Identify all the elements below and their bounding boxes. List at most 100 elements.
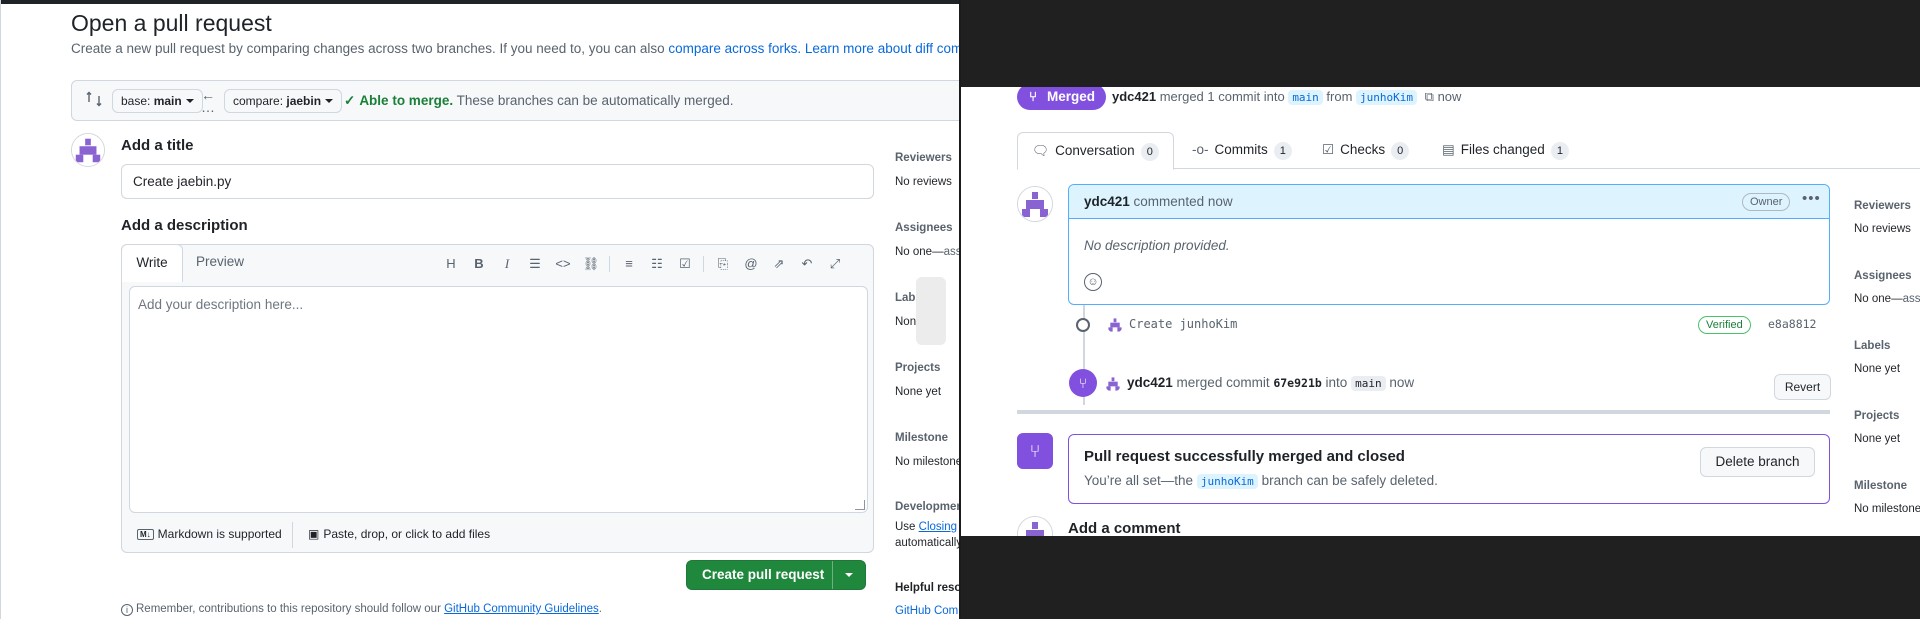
merged-box-title: Pull request successfully merged and clo… (1084, 448, 1405, 465)
assignees-value: No one—assi (895, 246, 959, 258)
projects-heading[interactable]: Projects (895, 362, 940, 374)
reviewers-heading[interactable]: Reviewers (1854, 200, 1911, 212)
fullscreen-icon[interactable]: ⤢ (826, 255, 844, 273)
kebab-menu-icon[interactable]: ••• (1802, 190, 1821, 207)
italic-icon[interactable]: I (498, 255, 516, 273)
identicon-avatar-icon (1105, 376, 1121, 392)
labels-heading[interactable]: Labels (1854, 340, 1890, 352)
tab-conversation-count: 0 (1140, 143, 1159, 161)
labels-value: None yet (1854, 363, 1901, 375)
owner-badge: Owner (1742, 193, 1791, 211)
milestone-value: No milestone (895, 456, 959, 468)
arrow-left-icon: ←… (201, 87, 215, 115)
compare-branch-select[interactable]: compare: jaebin (224, 89, 343, 113)
bold-icon[interactable]: B (470, 255, 488, 273)
editor-footer: M↓ Markdown is supported ▣ Paste, drop, or… (122, 518, 873, 552)
avatar[interactable] (1017, 516, 1053, 536)
merge-event-text: ydc421 merged commit 67e921b into main n… (1127, 375, 1414, 391)
merge-author[interactable]: ydc421 (1112, 89, 1156, 104)
tab-checks-label: Checks (1340, 142, 1386, 157)
closing-keywords-link[interactable]: Closing (919, 521, 957, 533)
resize-handle-icon[interactable] (855, 500, 865, 510)
avatar[interactable] (1017, 186, 1053, 222)
unordered-list-icon[interactable]: ☷ (648, 255, 666, 273)
assignees-heading[interactable]: Assignees (1854, 270, 1912, 282)
attach-icon[interactable]: ⎘ (714, 255, 732, 273)
source-branch-label[interactable]: junhoKim (1356, 90, 1418, 105)
avatar[interactable] (71, 133, 105, 167)
add-comment-heading: Add a comment (1068, 520, 1181, 536)
create-pull-request-button[interactable]: Create pull request (686, 560, 866, 590)
pr-title-input[interactable]: Create jaebin.py (121, 164, 874, 199)
comment-body: No description provided. (1084, 238, 1230, 253)
revert-button[interactable]: Revert (1774, 374, 1831, 400)
reminder-suffix: . (598, 603, 602, 615)
chevron-down-icon[interactable] (845, 573, 853, 577)
add-description-label: Add a description (121, 217, 248, 234)
development-heading[interactable]: Developmen (895, 501, 959, 513)
ordered-list-icon[interactable]: ≡ (620, 255, 638, 273)
merged-status-badge: ⑂ Merged (1017, 87, 1106, 110)
create-pull-request-label: Create pull request (702, 567, 825, 582)
copy-icon[interactable]: ⧉ (1425, 89, 1434, 104)
milestone-heading[interactable]: Milestone (1854, 480, 1907, 492)
tab-commits[interactable]: -o- Commits 1 (1192, 132, 1292, 169)
merged-box-suffix: branch can be safely deleted. (1257, 473, 1438, 488)
delete-branch-button[interactable]: Delete branch (1700, 447, 1815, 477)
merged-box-branch[interactable]: junhoKim (1196, 474, 1258, 489)
commit-sha-link[interactable]: e8a8812 (1768, 317, 1816, 331)
toolbar-divider (609, 256, 610, 272)
avatar[interactable] (1105, 376, 1121, 392)
description-placeholder: Add your description here... (138, 297, 304, 312)
merge-status-note: These branches can be automatically merg… (453, 93, 734, 108)
compare-across-forks-link[interactable]: compare across forks. (668, 41, 801, 56)
attach-files-note[interactable]: ▣ Paste, drop, or click to add files (308, 527, 490, 541)
tab-conversation[interactable]: 🗨 Conversation 0 (1017, 132, 1174, 170)
quote-icon[interactable]: ☰ (526, 255, 544, 273)
chevron-down-icon (185, 99, 194, 103)
mention-icon[interactable]: @ (742, 255, 760, 273)
development-line2: automatically (895, 537, 959, 549)
community-guidelines-link[interactable]: GitHub Community Guidelines (444, 603, 599, 615)
target-branch-label[interactable]: main (1288, 90, 1323, 105)
helpful-resources-heading: Helpful reso (895, 582, 959, 594)
milestone-heading[interactable]: Milestone (895, 432, 948, 444)
cross-reference-icon[interactable]: ⇗ (770, 255, 788, 273)
file-diff-icon: ▤ (1442, 142, 1455, 157)
merge-event-verb: merged commit (1172, 375, 1274, 390)
learn-more-link[interactable]: Learn more about diff comparis (805, 41, 959, 56)
tab-files-changed[interactable]: ▤ Files changed 1 (1442, 132, 1569, 169)
verified-badge[interactable]: Verified (1698, 316, 1751, 334)
code-icon[interactable]: <> (554, 255, 572, 273)
heading-icon[interactable]: H (442, 255, 460, 273)
comment-author[interactable]: ydc421 (1084, 194, 1130, 209)
add-reaction-icon[interactable]: ☺ (1084, 273, 1102, 291)
tab-checks[interactable]: ☑ Checks 0 (1322, 132, 1410, 169)
base-branch-select[interactable]: base: main (112, 89, 203, 113)
assign-yourself-link[interactable]: assi (944, 246, 959, 258)
commit-message-link[interactable]: Create junhoKim (1129, 317, 1237, 331)
reviewers-heading[interactable]: Reviewers (895, 152, 952, 164)
assignees-heading[interactable]: Assignees (895, 222, 953, 234)
projects-heading[interactable]: Projects (1854, 410, 1899, 422)
merge-event-branch[interactable]: main (1351, 376, 1386, 391)
description-textarea[interactable]: Add your description here... (129, 286, 868, 513)
tab-preview[interactable]: Preview (196, 254, 244, 269)
assign-yourself-link[interactable]: assi (1903, 293, 1920, 305)
reply-icon[interactable]: ↶ (798, 255, 816, 273)
github-community-link[interactable]: GitHub Comm (895, 605, 959, 617)
merge-commit-sha-link[interactable]: 67e921b (1273, 376, 1321, 390)
merge-event-author[interactable]: ydc421 (1127, 375, 1173, 390)
task-list-icon[interactable]: ☑ (676, 255, 694, 273)
comment-icon: 🗨 (1032, 143, 1050, 158)
tab-write[interactable]: Write (121, 244, 183, 282)
link-icon[interactable]: ⛓ (582, 255, 600, 273)
projects-value: None yet (1854, 433, 1901, 445)
compare-arrows-icon[interactable] (86, 91, 102, 107)
dark-background-bottom (961, 536, 1920, 619)
compare-branches-bar: base: main ←… compare: jaebin ✓ Able to m… (71, 80, 959, 121)
compare-branch-prefix: compare: (233, 94, 287, 108)
avatar[interactable] (1107, 317, 1123, 333)
markdown-note[interactable]: M↓ Markdown is supported (137, 527, 282, 541)
development-prefix: Use (895, 521, 919, 533)
